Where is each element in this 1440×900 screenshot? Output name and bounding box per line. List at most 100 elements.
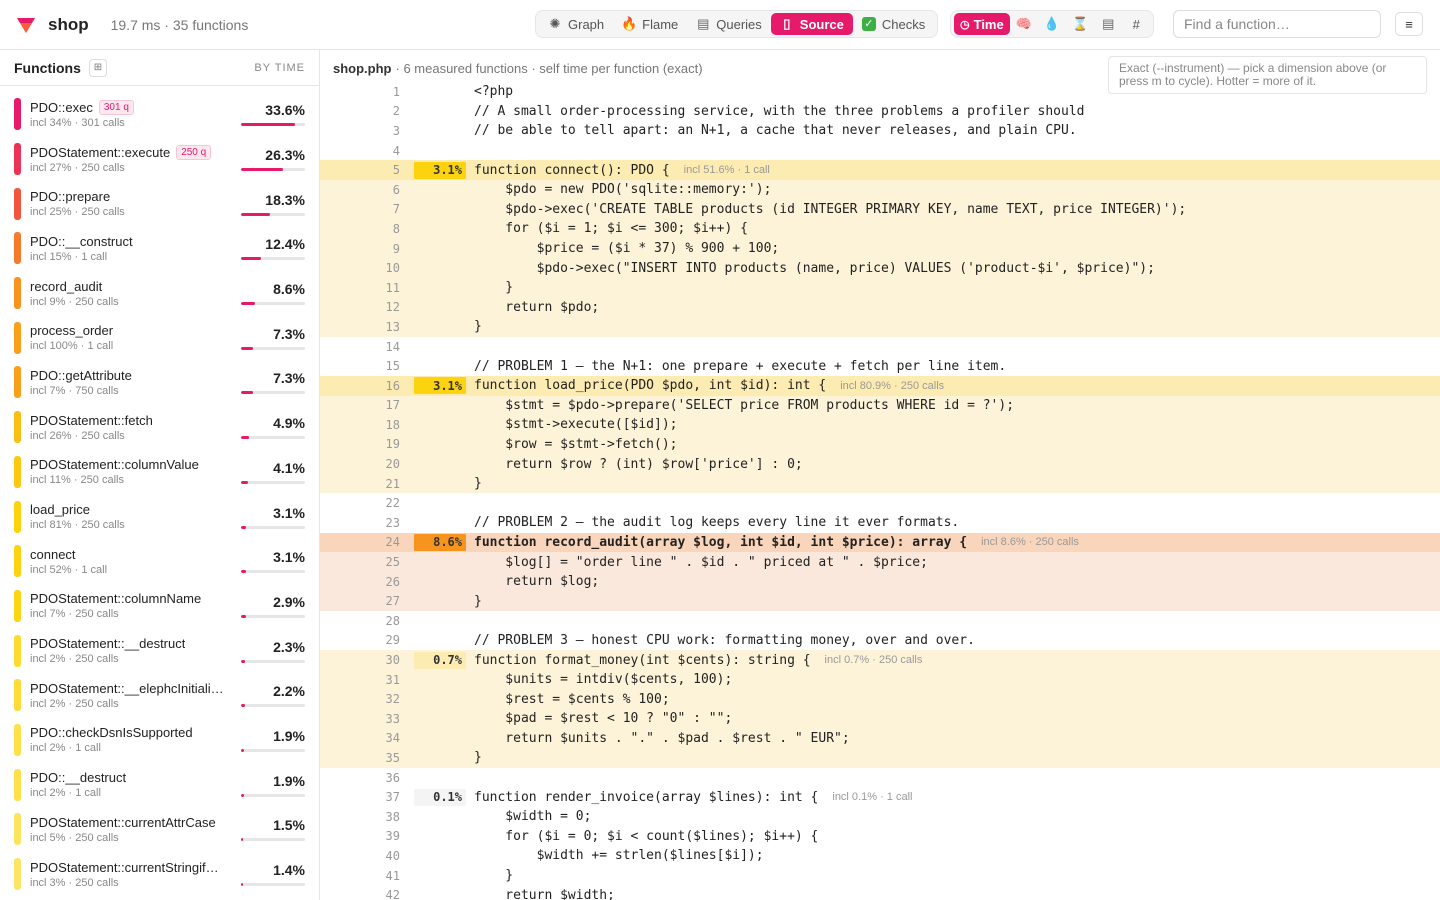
function-row[interactable]: PDO::getAttribute incl 7% · 750 calls 7.3% [0, 360, 319, 405]
line-cost-gutter [414, 475, 466, 492]
code-line[interactable]: 6 $pdo = new PDO('sqlite::memory:'); [320, 179, 1440, 200]
code-line[interactable]: 13} [320, 317, 1440, 337]
tab-flame[interactable]: 🔥 Flame [613, 13, 687, 35]
tab-source[interactable]: ▯ Source [770, 13, 853, 35]
self-time-bar-fill [241, 391, 253, 395]
dimension-time-label: Time [973, 16, 1004, 32]
function-row[interactable]: record_audit incl 9% · 250 calls 8.6% [0, 271, 319, 316]
code-line[interactable]: 40 $width += strlen($lines[$i]); [320, 846, 1440, 866]
code-line[interactable]: 35} [320, 748, 1440, 768]
line-cost-gutter [414, 593, 466, 610]
function-info: PDOStatement::currentAttrCase incl 5% · 2… [30, 815, 241, 844]
code-line[interactable]: 28 [320, 611, 1440, 631]
code-line[interactable]: 42 return $width; [320, 885, 1440, 900]
function-row[interactable]: PDOStatement::__destruct incl 2% · 250 ca… [0, 628, 319, 673]
code-line[interactable]: 19 $row = $stmt->fetch(); [320, 434, 1440, 455]
code-line[interactable]: 23 // PROBLEM 2 — the audit log keeps eve… [320, 513, 1440, 533]
self-time-bar [241, 659, 305, 663]
code-text: } [474, 750, 482, 766]
function-row[interactable]: load_price incl 81% · 250 calls 3.1% [0, 494, 319, 539]
function-row[interactable]: PDO::__construct incl 15% · 1 call 12.4% [0, 226, 319, 271]
self-time-bar [241, 391, 305, 395]
code-line[interactable]: 39 for ($i = 0; $i < count($lines); $i++… [320, 827, 1440, 847]
code-line[interactable]: 38 $width = 0; [320, 807, 1440, 827]
code-line[interactable]: 5 3.1% function connect(): PDO {incl 51.6%… [320, 160, 1440, 180]
code-line[interactable]: 31 $units = intdiv($cents, 100); [320, 669, 1440, 690]
inclusive-annotation: incl 8.6% · 250 calls [981, 536, 1079, 549]
code-line[interactable]: 15 // PROBLEM 1 — the N+1: one prepare + … [320, 356, 1440, 376]
sort-label[interactable]: BY TIME [254, 62, 305, 74]
code-line[interactable]: 10 $pdo->exec("INSERT INTO products (nam… [320, 258, 1440, 278]
search-input[interactable] [1173, 10, 1381, 38]
code-line[interactable]: 26 return $log; [320, 571, 1440, 592]
line-cost-gutter [414, 436, 466, 453]
code-line[interactable]: 37 0.1% function render_invoice(array $lin… [320, 787, 1440, 807]
function-metric: 1.9% [241, 773, 305, 797]
function-row[interactable]: PDO::exec 301 q incl 34% · 301 calls 33.6% [0, 92, 319, 137]
code-line[interactable]: 14 [320, 337, 1440, 357]
code-line[interactable]: 20 return $row ? (int) $row['price'] : 0… [320, 454, 1440, 474]
code-line[interactable]: 21} [320, 473, 1440, 494]
code-line[interactable]: 12 return $pdo; [320, 297, 1440, 318]
code-line[interactable]: 3 // be able to tell apart: an N+1, a cac… [320, 121, 1440, 141]
function-info: PDOStatement::columnValue incl 11% · 250 … [30, 457, 241, 486]
code-line[interactable]: 34 return $units . "." . $pad . $rest . … [320, 728, 1440, 749]
function-row[interactable]: PDOStatement::columnValue incl 11% · 250 … [0, 450, 319, 495]
code-line[interactable]: 7 $pdo->exec('CREATE TABLE products (id … [320, 199, 1440, 220]
code-line[interactable]: 17 $stmt = $pdo->prepare('SELECT price F… [320, 395, 1440, 416]
droplet-icon[interactable]: 💧 [1038, 13, 1066, 35]
code-line[interactable]: 11 } [320, 277, 1440, 298]
function-row[interactable]: PDO::checkDsnIsSupported incl 2% · 1 call… [0, 718, 319, 763]
tab-queries[interactable]: ▤ Queries [687, 13, 771, 35]
code-line[interactable]: 36 [320, 768, 1440, 788]
brain-icon[interactable]: 🧠 [1010, 13, 1038, 35]
database-icon[interactable]: ▤ [1094, 13, 1122, 35]
code-line[interactable]: 22 [320, 493, 1440, 513]
function-info: PDOStatement::columnName incl 7% · 250 ca… [30, 591, 241, 620]
tab-checks[interactable]: ✓ Checks [853, 13, 934, 35]
function-row[interactable]: PDOStatement::currentStringif… incl 3% · … [0, 852, 319, 897]
code-text: for ($i = 0; $i < count($lines); $i++) { [474, 828, 819, 844]
code-line[interactable]: 9 $price = ($i * 37) % 900 + 100; [320, 238, 1440, 259]
function-row[interactable]: process_order incl 100% · 1 call 7.3% [0, 315, 319, 360]
self-time-bar-fill [241, 123, 295, 127]
code-line[interactable]: 25 $log[] = "order line " . $id . " pric… [320, 552, 1440, 572]
function-name: connect [30, 546, 76, 562]
menu-button[interactable]: ≡ [1395, 12, 1423, 36]
function-name-line: PDOStatement::__destruct [30, 636, 241, 651]
self-time-bar-fill [241, 436, 249, 440]
code-text: return $width; [474, 887, 615, 900]
hash-icon[interactable]: # [1122, 13, 1150, 35]
code-line[interactable]: 8 for ($i = 1; $i <= 300; $i++) { [320, 219, 1440, 239]
code-line[interactable]: 33 $pad = $rest < 10 ? "0" : ""; [320, 709, 1440, 729]
function-row[interactable]: PDOStatement::columnName incl 7% · 250 ca… [0, 584, 319, 629]
function-row[interactable]: PDOStatement::execute 250 q incl 27% · 250… [0, 137, 319, 182]
function-row[interactable]: PDOStatement::fetch incl 26% · 250 calls 4… [0, 405, 319, 450]
hourglass-icon[interactable]: ⌛ [1066, 13, 1094, 35]
dimension-time[interactable]: ◷ Time [954, 13, 1010, 35]
tab-graph[interactable]: ✺ Graph [539, 13, 613, 35]
code-line[interactable]: 27} [320, 591, 1440, 612]
function-row[interactable]: PDO::prepare incl 25% · 250 calls 18.3% [0, 181, 319, 226]
code-line[interactable]: 30 0.7% function format_money(int $cents):… [320, 650, 1440, 670]
function-row[interactable]: PDOStatement::currentAttrCase incl 5% · 2… [0, 807, 319, 852]
self-time-bar-fill [241, 480, 248, 484]
function-name-line: PDO::checkDsnIsSupported [30, 725, 241, 740]
line-cost-gutter [414, 260, 466, 277]
code-line[interactable]: 41 } [320, 866, 1440, 886]
code-line[interactable]: 18 $stmt->execute([$id]); [320, 415, 1440, 435]
function-row[interactable]: PDOStatement::__elephcInitiali… incl 2% ·… [0, 673, 319, 718]
inclusive-annotation: incl 0.7% · 250 calls [824, 654, 923, 667]
code-line[interactable]: 1 <?php [320, 82, 1440, 102]
function-metric: 1.9% [241, 728, 305, 752]
line-number: 4 [392, 143, 400, 158]
code-line[interactable]: 4 [320, 141, 1440, 161]
code-line[interactable]: 24 8.6% function record_audit(array $log, … [320, 532, 1440, 553]
code-line[interactable]: 16 3.1% function load_price(PDO $pdo, int … [320, 375, 1440, 396]
function-row[interactable]: PDO::__destruct incl 2% · 1 call 1.9% [0, 762, 319, 807]
grid-toggle-icon[interactable]: ⊞ [88, 58, 107, 77]
code-line[interactable]: 32 $rest = $cents % 100; [320, 689, 1440, 709]
code-line[interactable]: 2 // A small order-processing service, wi… [320, 102, 1440, 122]
code-line[interactable]: 29 // PROBLEM 3 — honest CPU work: format… [320, 631, 1440, 651]
function-row[interactable]: connect incl 52% · 1 call 3.1% [0, 539, 319, 584]
